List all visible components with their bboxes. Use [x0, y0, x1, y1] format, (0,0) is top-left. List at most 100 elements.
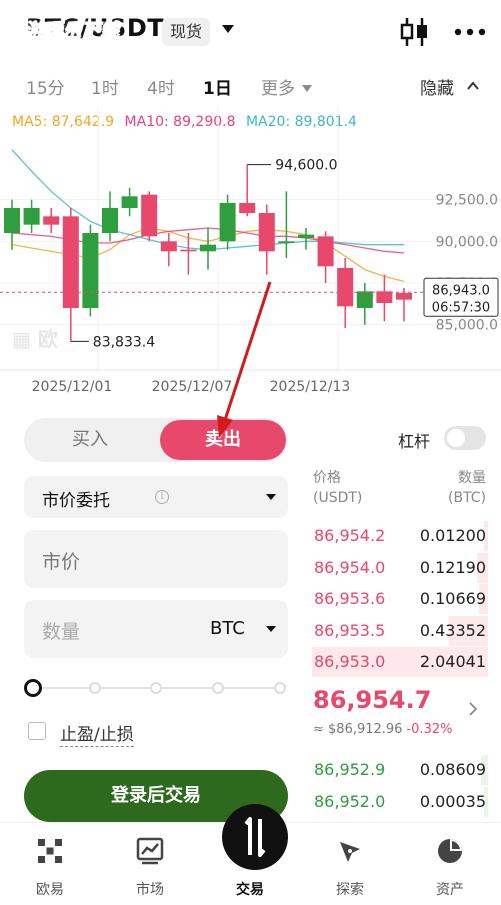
nav-assets[interactable]: 资产 — [400, 823, 500, 905]
assets-pie-icon — [438, 839, 462, 863]
slider-step-50[interactable] — [150, 682, 162, 694]
index-price: ≈ $86,912.96 — [313, 722, 403, 737]
orderbook-ask-row[interactable]: 86,954.2 0.01200 — [312, 521, 488, 551]
current-price-value: 86,943.0 — [432, 283, 490, 298]
quantity-placeholder: 数量 — [42, 621, 81, 643]
x-tick-label: 2025/12/01 — [32, 379, 113, 395]
candle-body — [82, 233, 99, 308]
tab-1d[interactable]: 1日 — [203, 74, 232, 99]
orderbook-qty: 2.04041 — [419, 652, 486, 671]
pair-dropdown-icon[interactable] — [222, 25, 234, 33]
chart-logo-watermark: ▦ 欧 — [12, 327, 58, 351]
slider-step-25[interactable] — [89, 682, 101, 694]
orderbook-qty: 0.01200 — [419, 526, 486, 545]
orderbook-price: 86,953.5 — [314, 620, 386, 640]
candle-body — [317, 236, 334, 267]
orderbook-qty: 0.08609 — [419, 760, 486, 779]
candle-body — [180, 249, 197, 252]
tab-4h[interactable]: 4时 — [147, 74, 175, 99]
candle-body — [239, 203, 256, 213]
quantity-input[interactable]: 数量 BTC — [24, 600, 288, 658]
market-chart-icon — [136, 837, 164, 865]
candle-body — [121, 196, 138, 208]
leverage-label: 杠杆 — [398, 432, 431, 451]
orderbook-ask-row[interactable]: 86,954.0 0.12190 — [312, 552, 488, 583]
price-change-percent: -0.32% — [406, 722, 453, 737]
candle-body — [258, 213, 275, 252]
chevron-up-icon[interactable] — [467, 80, 479, 92]
candle-body — [102, 208, 118, 233]
candle-body — [23, 208, 40, 225]
orderbook-qty: 0.00035 — [419, 791, 486, 811]
nav-label: 交易 — [236, 882, 264, 898]
tpsl-checkbox[interactable] — [28, 722, 46, 740]
candle-body — [278, 241, 295, 243]
price-placeholder: 市价 — [42, 551, 81, 573]
buy-tab[interactable]: 买入 — [24, 418, 156, 462]
candle-countdown: 06:57:30 — [432, 300, 490, 315]
price-input[interactable]: 市价 — [24, 530, 288, 588]
orderbook-qty-header: 数量 (BTC) — [448, 470, 487, 506]
tpsl-label[interactable]: 止盈/止损 — [60, 720, 134, 747]
orderbook-bid-row[interactable]: 86,952.0 0.00035 — [312, 786, 488, 817]
nav-label: 欧易 — [36, 882, 64, 898]
explore-compass-icon — [340, 842, 360, 862]
orderbook-price: 86,952.0 — [314, 791, 386, 811]
nav-okx[interactable]: 欧易 — [0, 823, 100, 905]
info-icon[interactable]: i — [155, 490, 169, 504]
candle-body — [200, 244, 216, 252]
orderbook-qty: 0.10669 — [419, 589, 486, 608]
nav-label: 探索 — [336, 882, 364, 898]
leverage-toggle[interactable] — [444, 426, 486, 450]
orderbook-bid-row[interactable]: 86,952.9 0.08609 — [312, 755, 488, 785]
candle-body — [160, 241, 177, 252]
more-dropdown-icon[interactable] — [302, 85, 312, 92]
orderbook-price: 86,953.6 — [314, 589, 386, 608]
candle-body — [376, 291, 393, 303]
tab-15m[interactable]: 15分 — [26, 74, 65, 99]
sell-tab[interactable]: 卖出 — [160, 420, 286, 460]
candlestick-chart-icon[interactable] — [400, 16, 430, 48]
candle-body — [337, 268, 354, 307]
nav-market[interactable]: 市场 — [100, 823, 200, 905]
orderbook-ask-row[interactable]: 86,953.5 0.43352 — [312, 615, 488, 646]
buy-sell-toggle: 买入 卖出 — [24, 418, 288, 462]
chevron-down-icon — [266, 494, 276, 500]
y-tick-label: 85,000.0 — [436, 318, 498, 334]
orderbook-qty: 0.43352 — [419, 620, 486, 640]
order-type-select[interactable]: 市价委托 i — [24, 476, 288, 518]
unit-dropdown-icon[interactable] — [266, 626, 276, 632]
candle-body — [298, 234, 314, 238]
candle-body — [356, 291, 373, 308]
quantity-percent-slider[interactable] — [24, 676, 290, 700]
orderbook-qty: 0.12190 — [419, 557, 486, 577]
candlestick-chart[interactable]: ▦ 欧94,600.083,833.492,500.090,000.087,50… — [0, 108, 501, 406]
chevron-right-icon[interactable] — [468, 702, 478, 716]
candle-body — [396, 293, 412, 300]
y-tick-label: 92,500.0 — [436, 193, 498, 209]
orderbook-price: 86,953.0 — [314, 652, 386, 671]
more-options-icon[interactable] — [452, 22, 488, 42]
slider-step-75[interactable] — [212, 682, 224, 694]
slider-handle[interactable] — [24, 679, 42, 697]
quantity-unit-select[interactable]: BTC — [210, 618, 245, 639]
candle-body — [43, 216, 60, 225]
hide-chart-button[interactable]: 隐藏 — [420, 74, 454, 99]
last-price: 86,954.7 — [313, 686, 432, 714]
top-bar: BTC/USDT 游暖乐下载 小编亲测 现货 — [0, 0, 501, 64]
candle-body — [62, 216, 79, 308]
nav-explore[interactable]: 探索 — [300, 823, 400, 905]
trade-center-button[interactable] — [222, 804, 288, 870]
okx-logo-icon — [38, 839, 62, 863]
tab-more[interactable]: 更多 — [261, 74, 295, 99]
low-price-label: 83,833.4 — [93, 334, 155, 350]
slider-step-100[interactable] — [274, 682, 286, 694]
index-price-line: ≈ $86,912.96 -0.32% — [313, 722, 452, 737]
high-price-label: 94,600.0 — [275, 158, 337, 174]
orderbook-ask-row[interactable]: 86,953.6 0.10669 — [312, 584, 488, 614]
orderbook-ask-row[interactable]: 86,953.0 2.04041 — [312, 647, 488, 677]
tab-1h[interactable]: 1时 — [91, 74, 119, 99]
market-type-badge[interactable]: 现货 — [162, 18, 211, 46]
nav-label: 资产 — [436, 882, 464, 898]
candle-body — [4, 208, 20, 233]
